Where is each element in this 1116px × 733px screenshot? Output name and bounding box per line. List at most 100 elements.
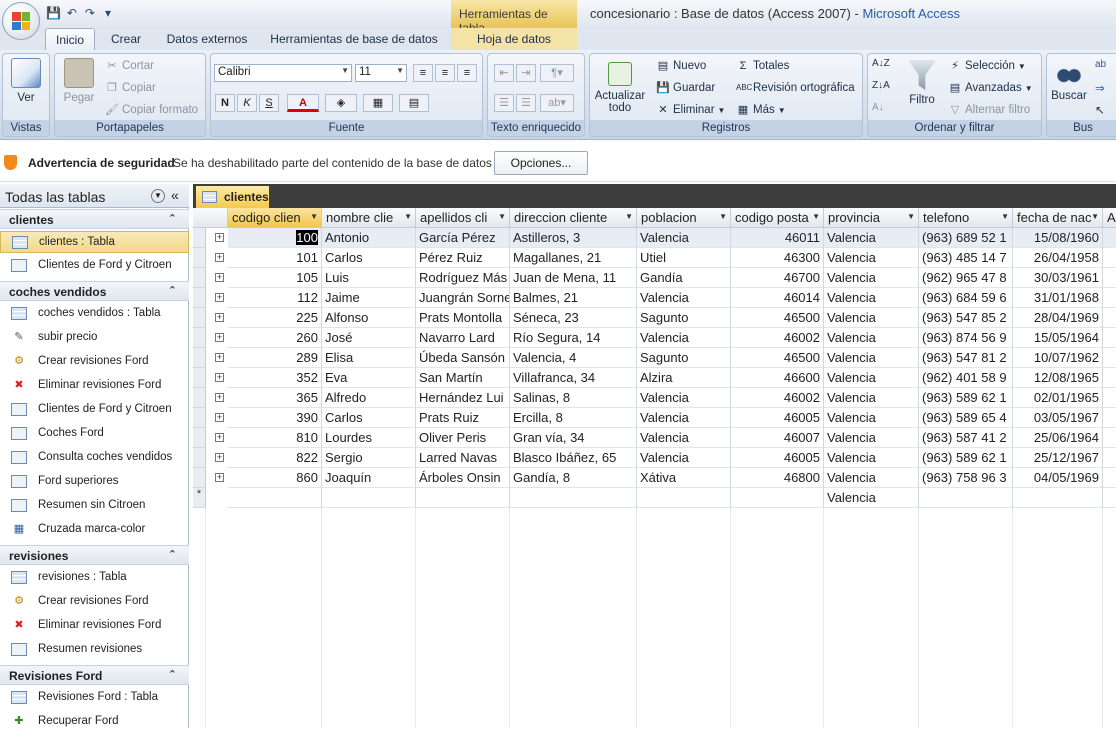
highlight-icon[interactable]: ab▾: [540, 94, 574, 112]
table-cell[interactable]: Juan de Mena, 11: [510, 268, 637, 288]
nav-item[interactable]: ⚙ Crear revisiones Ford: [0, 351, 189, 373]
table-cell[interactable]: Úbeda Sansón: [416, 348, 510, 368]
select-all-corner[interactable]: [193, 208, 228, 228]
table-cell[interactable]: 46011: [731, 228, 824, 248]
nav-pane-header[interactable]: Todas las tablas ▼ «: [0, 184, 189, 208]
table-cell[interactable]: Valencia: [824, 308, 919, 328]
table-cell[interactable]: 04/05/1969: [1013, 468, 1103, 488]
nav-item[interactable]: ✖ Eliminar revisiones Ford: [0, 375, 189, 397]
table-cell[interactable]: 46600: [731, 368, 824, 388]
nav-item[interactable]: Resumen sin Citroen: [0, 495, 189, 517]
record-selector[interactable]: [193, 228, 206, 248]
underline-button[interactable]: S: [259, 94, 279, 112]
new-record-selector[interactable]: *: [193, 488, 206, 508]
table-cell[interactable]: 46002: [731, 388, 824, 408]
table-cell[interactable]: [1103, 368, 1116, 388]
table-cell[interactable]: Árboles Onsin: [416, 468, 510, 488]
numbered-list-icon[interactable]: ☰: [494, 94, 514, 112]
expand-subdatasheet-icon[interactable]: +: [215, 393, 224, 402]
office-button[interactable]: [2, 2, 40, 40]
table-cell[interactable]: 390: [228, 408, 322, 428]
table-cell[interactable]: (963) 547 81 2: [919, 348, 1013, 368]
tab-hoja-de-datos[interactable]: Hoja de datos: [451, 28, 577, 50]
save-icon[interactable]: 💾: [46, 6, 61, 20]
column-header[interactable]: codigo clien ▼: [228, 208, 322, 228]
table-cell[interactable]: (963) 589 65 4: [919, 408, 1013, 428]
expand-subdatasheet-icon[interactable]: +: [215, 413, 224, 422]
gridlines-icon[interactable]: ▦: [363, 94, 393, 112]
column-header[interactable]: direccion cliente ▼: [510, 208, 637, 228]
column-header[interactable]: fecha de nac ▼: [1013, 208, 1103, 228]
table-cell[interactable]: Carlos: [322, 248, 416, 268]
expand-subdatasheet-icon[interactable]: +: [215, 353, 224, 362]
table-cell[interactable]: [1103, 428, 1116, 448]
text-direction-icon[interactable]: ¶▾: [540, 64, 574, 82]
sort-descending-icon[interactable]: Z↓A: [872, 80, 890, 91]
alternar-filtro-button[interactable]: ▽ Alternar filtro: [948, 103, 1030, 117]
table-cell[interactable]: 15/05/1964: [1013, 328, 1103, 348]
table-cell[interactable]: Carlos: [322, 408, 416, 428]
table-cell[interactable]: Xátiva: [637, 468, 731, 488]
record-selector[interactable]: [193, 328, 206, 348]
nav-item[interactable]: Consulta coches vendidos: [0, 447, 189, 469]
goto-icon[interactable]: ⇒: [1095, 81, 1105, 95]
decrease-indent-icon[interactable]: ⇤: [494, 64, 514, 82]
table-cell[interactable]: (962) 965 47 8: [919, 268, 1013, 288]
table-cell[interactable]: Valencia: [824, 228, 919, 248]
column-header[interactable]: apellidos cli ▼: [416, 208, 510, 228]
undo-icon[interactable]: ↶: [65, 6, 79, 20]
increase-indent-icon[interactable]: ⇥: [516, 64, 536, 82]
table-cell[interactable]: Valencia: [637, 288, 731, 308]
nav-group-header[interactable]: Revisiones Ford ⌃: [0, 665, 189, 685]
table-cell[interactable]: Ercilla, 8: [510, 408, 637, 428]
table-cell[interactable]: 30/03/1961: [1013, 268, 1103, 288]
ver-button[interactable]: Ver: [6, 58, 46, 104]
table-cell[interactable]: Alfredo: [322, 388, 416, 408]
new-record-cell[interactable]: [322, 488, 416, 508]
table-cell[interactable]: 365: [228, 388, 322, 408]
table-cell[interactable]: 46005: [731, 448, 824, 468]
record-selector[interactable]: [193, 248, 206, 268]
table-cell[interactable]: Larred Navas: [416, 448, 510, 468]
table-cell[interactable]: Luis: [322, 268, 416, 288]
table-cell[interactable]: 12/08/1965: [1013, 368, 1103, 388]
table-cell[interactable]: [1103, 328, 1116, 348]
align-left-icon[interactable]: ≡: [413, 64, 433, 82]
mas-button[interactable]: ▦ Más ▼: [736, 103, 786, 117]
tab-crear[interactable]: Crear: [104, 28, 148, 50]
table-cell[interactable]: Valencia: [824, 288, 919, 308]
table-cell[interactable]: 10/07/1962: [1013, 348, 1103, 368]
table-cell[interactable]: [1103, 248, 1116, 268]
table-cell[interactable]: 112: [228, 288, 322, 308]
table-cell[interactable]: [1103, 288, 1116, 308]
actualizar-button[interactable]: Actualizar todo: [592, 62, 648, 114]
record-selector[interactable]: [193, 308, 206, 328]
table-cell[interactable]: Valencia, 4: [510, 348, 637, 368]
customize-qat-icon[interactable]: ▾: [101, 6, 115, 20]
table-cell[interactable]: (963) 547 85 2: [919, 308, 1013, 328]
table-cell[interactable]: Valencia: [824, 448, 919, 468]
table-cell[interactable]: Prats Montolla: [416, 308, 510, 328]
table-cell[interactable]: 105: [228, 268, 322, 288]
table-cell[interactable]: Valencia: [824, 388, 919, 408]
table-cell[interactable]: Valencia: [824, 328, 919, 348]
table-cell[interactable]: 822: [228, 448, 322, 468]
table-cell[interactable]: Oliver Peris: [416, 428, 510, 448]
table-cell[interactable]: 46007: [731, 428, 824, 448]
table-cell[interactable]: 46014: [731, 288, 824, 308]
record-selector[interactable]: [193, 288, 206, 308]
table-cell[interactable]: (962) 401 58 9: [919, 368, 1013, 388]
tab-herramientas-bd[interactable]: Herramientas de base de datos: [266, 28, 442, 50]
table-cell[interactable]: Rodríguez Más: [416, 268, 510, 288]
nav-group-header[interactable]: clientes ⌃: [0, 209, 189, 229]
nav-group-header[interactable]: revisiones ⌃: [0, 545, 189, 565]
eliminar-button[interactable]: ✕ Eliminar ▼: [656, 103, 725, 117]
revision-button[interactable]: ABC Revisión ortográfica: [736, 81, 855, 95]
sort-ascending-icon[interactable]: A↓Z: [872, 58, 890, 69]
chevron-down-icon[interactable]: ▼: [151, 189, 165, 203]
table-cell[interactable]: Valencia: [637, 228, 731, 248]
expand-subdatasheet-icon[interactable]: +: [215, 293, 224, 302]
table-cell[interactable]: 46300: [731, 248, 824, 268]
copiar-button[interactable]: ❐ Copiar: [105, 81, 156, 95]
new-record-cell[interactable]: Valencia: [824, 488, 919, 508]
